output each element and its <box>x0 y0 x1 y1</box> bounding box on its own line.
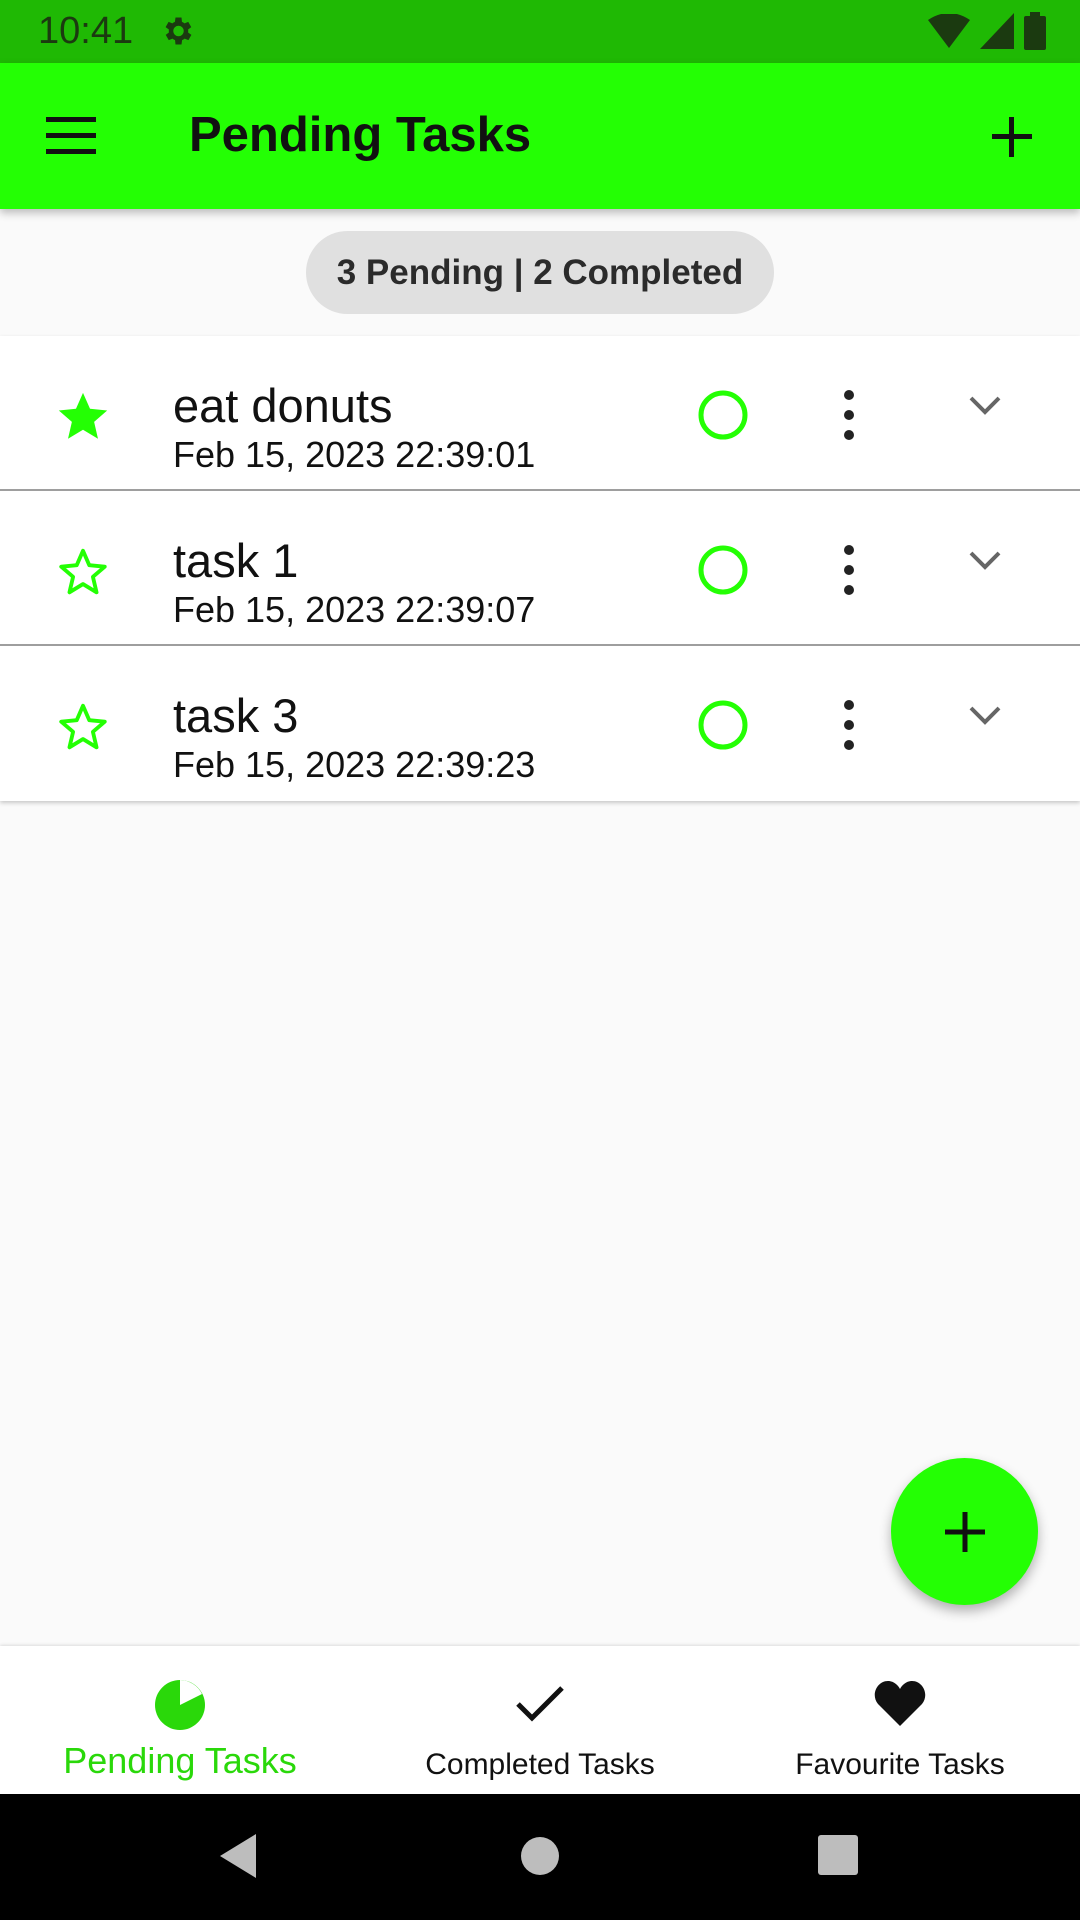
add-task-icon[interactable] <box>984 109 1040 165</box>
task-date: Feb 15, 2023 22:39:01 <box>173 434 536 475</box>
task-date: Feb 15, 2023 22:39:23 <box>173 744 536 785</box>
chevron-down-icon[interactable] <box>965 541 1005 581</box>
check-icon <box>516 1686 564 1722</box>
status-time: 10:41 <box>38 10 134 52</box>
chevron-down-icon[interactable] <box>965 386 1005 426</box>
task-title: task 1 <box>173 534 299 587</box>
nav-label: Favourite Tasks <box>795 1748 1005 1781</box>
nav-label: Pending Tasks <box>63 1740 297 1781</box>
app-bar: Pending Tasks <box>0 63 1080 209</box>
more-options-icon[interactable] <box>832 698 866 752</box>
back-icon[interactable] <box>216 1832 260 1880</box>
mark-complete-circle-icon[interactable] <box>696 543 750 597</box>
mark-complete-circle-icon[interactable] <box>696 388 750 442</box>
task-title: task 3 <box>173 689 299 742</box>
cell-signal-icon <box>980 13 1014 49</box>
task-row[interactable]: task 1 Feb 15, 2023 22:39:07 <box>0 491 1080 646</box>
page-title: Pending Tasks <box>189 108 532 162</box>
star-filled-icon[interactable] <box>54 388 112 446</box>
battery-icon <box>1024 12 1046 50</box>
star-outline-icon[interactable] <box>54 698 112 756</box>
task-row[interactable]: eat donuts Feb 15, 2023 22:39:01 <box>0 336 1080 491</box>
system-navigation-bar <box>0 1794 1080 1920</box>
status-bar: 10:41 <box>0 0 1080 63</box>
star-outline-icon[interactable] <box>54 543 112 601</box>
task-summary-badge: 3 Pending | 2 Completed <box>306 231 774 314</box>
more-options-icon[interactable] <box>832 543 866 597</box>
task-title: eat donuts <box>173 379 393 432</box>
nav-pending-tasks[interactable]: Pending Tasks <box>0 1646 360 1794</box>
nav-label: Completed Tasks <box>425 1748 655 1781</box>
nav-favourite-tasks[interactable]: Favourite Tasks <box>720 1646 1080 1794</box>
task-date: Feb 15, 2023 22:39:07 <box>173 589 536 630</box>
mark-complete-circle-icon[interactable] <box>696 698 750 752</box>
home-icon[interactable] <box>520 1832 560 1880</box>
settings-gear-icon <box>165 17 192 45</box>
task-list: eat donuts Feb 15, 2023 22:39:01 task 1 … <box>0 336 1080 801</box>
more-options-icon[interactable] <box>832 388 866 442</box>
menu-icon[interactable] <box>46 113 100 157</box>
bottom-navigation: Pending Tasks Completed Tasks Favourite … <box>0 1646 1080 1794</box>
recents-icon[interactable] <box>817 1832 859 1880</box>
chevron-down-icon[interactable] <box>965 696 1005 736</box>
pie-chart-icon <box>155 1680 205 1730</box>
nav-completed-tasks[interactable]: Completed Tasks <box>360 1646 720 1794</box>
add-task-fab[interactable] <box>891 1458 1038 1605</box>
heart-icon <box>874 1680 926 1726</box>
plus-icon <box>944 1511 985 1552</box>
status-indicators <box>928 12 1046 50</box>
task-row[interactable]: task 3 Feb 15, 2023 22:39:23 <box>0 646 1080 801</box>
wifi-icon <box>928 14 970 48</box>
